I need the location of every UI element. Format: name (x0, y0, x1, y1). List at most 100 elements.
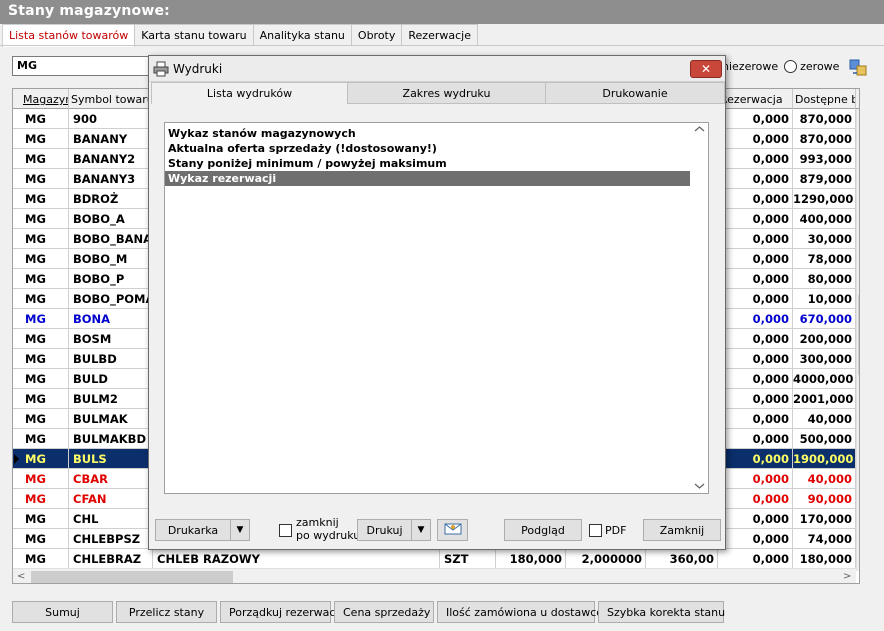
horizontal-scroll-thumb[interactable] (31, 571, 233, 583)
pdf-checkbox[interactable] (589, 524, 602, 537)
cell-sym: BOBO_POMA (69, 289, 153, 309)
cell-sym: BULMAKBD (69, 429, 153, 449)
preview-button[interactable]: Podgląd (504, 519, 582, 541)
close-button[interactable]: Zamknij (643, 519, 721, 541)
cell-rez: 0,000 (718, 149, 793, 169)
scroll-left-icon[interactable]: < (17, 571, 25, 582)
radio-zero[interactable] (784, 60, 798, 73)
cell-sym: BOBO_A (69, 209, 153, 229)
radio-nonzero-label[interactable]: niezerowe (722, 60, 778, 73)
pdf-label: PDF (605, 524, 627, 537)
tab-printing[interactable]: Drukowanie (545, 82, 725, 104)
vertical-scroll-thumb[interactable] (858, 295, 859, 375)
close-after-print-checkbox[interactable] (279, 524, 292, 537)
sale-price-button[interactable]: Cena sprzedaży (334, 601, 434, 623)
prints-dialog: Wydruki ✕ Lista wydruków Zakres wydruku … (148, 55, 726, 550)
cell-unit: SZT (440, 549, 496, 569)
cell-dost: 4000,000 (793, 369, 856, 389)
radio-zero-label[interactable]: zerowe (800, 60, 839, 73)
print-list-item[interactable]: Wykaz stanów magazynowych (165, 126, 690, 141)
cell-sym: BULM2 (69, 389, 153, 409)
ordered-qty-button[interactable]: Ilość zamówiona u dostawców (437, 601, 612, 623)
order-reservations-button[interactable]: Porządkuj rezerwacje (220, 601, 345, 623)
print-list-item[interactable]: Stany poniżej minimum / powyżej maksimum (165, 156, 690, 171)
grid-vertical-scrollbar[interactable] (856, 109, 859, 571)
dialog-titlebar[interactable]: Wydruki ✕ (149, 56, 725, 82)
cell-dost: 870,000 (793, 109, 856, 129)
printer-icon (153, 61, 169, 77)
bottom-toolbar: Sumuj Przelicz stany Porządkuj rezerwacj… (12, 601, 727, 623)
cell-dost: 500,000 (793, 429, 856, 449)
cell-q2: 2,000000 (566, 549, 646, 569)
cell-sym: BDROŻ (69, 189, 153, 209)
refresh-icon[interactable] (848, 57, 868, 77)
cell-rez: 0,000 (718, 469, 793, 489)
list-scrollbar[interactable] (691, 123, 708, 493)
cell-mag: MG (21, 149, 69, 169)
print-dropdown-icon[interactable]: ▼ (411, 519, 431, 541)
header-available[interactable]: Dostępne bez (793, 89, 856, 109)
envelope-icon (444, 523, 461, 535)
cell-mag: MG (21, 409, 69, 429)
cell-mag: MG (21, 229, 69, 249)
cell-rez: 0,000 (718, 509, 793, 529)
tab-turnover[interactable]: Obroty (350, 24, 403, 46)
cell-dost: 993,000 (793, 149, 856, 169)
tab-stock-card[interactable]: Karta stanu towaru (134, 24, 254, 46)
cell-mag: MG (21, 429, 69, 449)
email-button[interactable] (437, 519, 468, 541)
cell-name: CHLEB RAZOWY (153, 549, 440, 569)
scroll-right-icon[interactable]: > (843, 571, 851, 582)
cell-sym: BOBO_P (69, 269, 153, 289)
cell-sym: BULD (69, 369, 153, 389)
cell-rez: 0,000 (718, 349, 793, 369)
print-button[interactable]: Drukuj (357, 519, 412, 541)
print-list-item[interactable]: Wykaz rezerwacji (165, 171, 690, 186)
cell-rez: 0,000 (718, 289, 793, 309)
cell-dost: 879,000 (793, 169, 856, 189)
sum-button[interactable]: Sumuj (12, 601, 113, 623)
close-after-label-2: po wydruku (296, 529, 361, 542)
tab-print-list[interactable]: Lista wydruków (151, 82, 348, 104)
cell-mag: MG (21, 309, 69, 329)
cell-sym: BULMAK (69, 409, 153, 429)
cell-mag: MG (21, 389, 69, 409)
cell-dost: 1290,000 (793, 189, 856, 209)
tab-stock-list[interactable]: Lista stanów towarów (2, 24, 136, 47)
tab-analytics[interactable]: Analityka stanu (252, 24, 352, 46)
grid-horizontal-scrollbar[interactable]: < > (13, 568, 856, 583)
warehouse-filter-input[interactable]: MG (12, 56, 162, 76)
cell-sym: CFAN (69, 489, 153, 509)
cell-dost: 2001,000 (793, 389, 856, 409)
cell-mag: MG (21, 329, 69, 349)
cell-dost: 870,000 (793, 129, 856, 149)
cell-mag: MG (21, 289, 69, 309)
print-list-item[interactable]: Aktualna oferta sprzedaży (!dostosowany!… (165, 141, 690, 156)
cell-mag: MG (21, 489, 69, 509)
cell-mag: MG (21, 529, 69, 549)
recalc-button[interactable]: Przelicz stany (116, 601, 217, 623)
print-list: Wykaz stanów magazynowych Aktualna oferta… (164, 122, 709, 494)
cell-rez: 0,000 (718, 449, 793, 469)
table-row[interactable]: MG CHLEBRAZ CHLEB RAZOWY SZT 180,000 2,000000… (13, 549, 856, 569)
header-symbol[interactable]: Symbol towaru (69, 89, 153, 109)
quick-correction-button[interactable]: Szybka korekta stanu (598, 601, 725, 623)
cell-rez: 0,000 (718, 169, 793, 189)
header-reservation[interactable]: Rezerwacja (718, 89, 793, 109)
cell-dost: 78,000 (793, 249, 856, 269)
cell-mag: MG (21, 349, 69, 369)
printer-dropdown-icon[interactable]: ▼ (230, 519, 250, 541)
cell-mag: MG (21, 169, 69, 189)
tab-print-range[interactable]: Zakres wydruku (347, 82, 546, 104)
cell-rez: 0,000 (718, 229, 793, 249)
header-warehouse[interactable]: Magazyn (21, 89, 69, 109)
dialog-tabs: Lista wydruków Zakres wydruku Drukowanie (151, 82, 725, 104)
dialog-close-icon[interactable]: ✕ (690, 60, 722, 78)
cell-rez: 0,000 (718, 529, 793, 549)
cell-rez: 0,000 (718, 369, 793, 389)
tab-reservations[interactable]: Rezerwacje (401, 24, 478, 46)
cell-mag: MG (21, 269, 69, 289)
printer-button[interactable]: Drukarka (155, 519, 231, 541)
tab-divider (0, 45, 884, 46)
cell-rez: 0,000 (718, 189, 793, 209)
